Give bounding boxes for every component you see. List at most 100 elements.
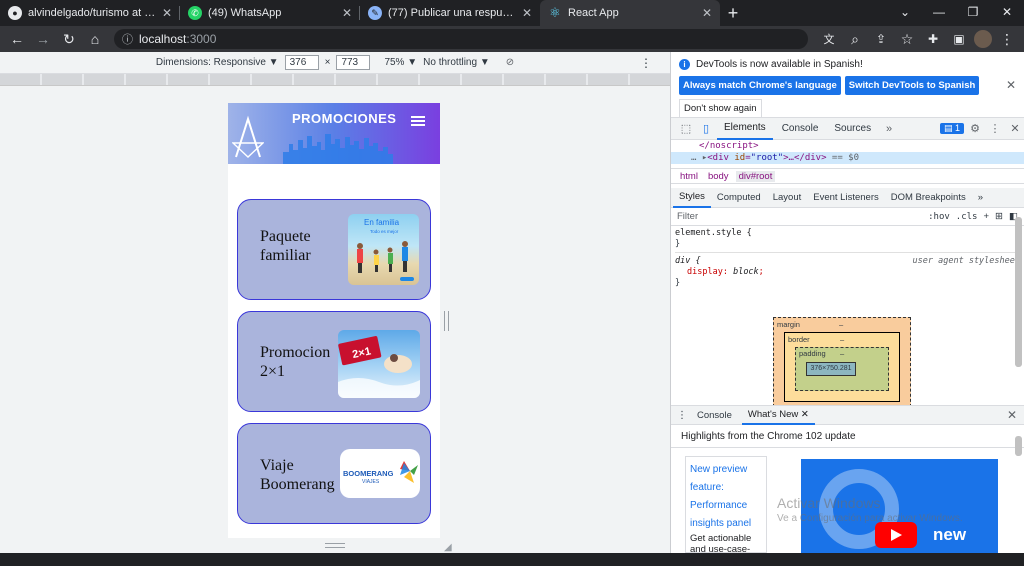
window-controls: ⌄ — ❐ ✕ <box>888 0 1024 26</box>
close-tab-icon[interactable]: ✕ <box>342 6 352 20</box>
tab-title: React App <box>568 7 619 19</box>
switch-to-spanish-button[interactable]: Switch DevTools to Spanish <box>844 76 980 95</box>
devtools-panel: i DevTools is now available in Spanish! … <box>670 52 1024 566</box>
close-tab-icon[interactable]: ✕ <box>702 6 712 20</box>
issues-badge[interactable]: ▤ 1 <box>939 123 964 134</box>
rule-source: user agent stylesheet <box>912 256 1020 266</box>
minimize-icon[interactable]: — <box>922 0 956 24</box>
more-subtabs-icon[interactable]: » <box>972 188 989 208</box>
profile-avatar[interactable] <box>974 30 992 48</box>
thumb-subtitle: VIAJES <box>362 479 380 485</box>
back-icon[interactable]: ← <box>6 28 28 50</box>
side-panel-icon[interactable]: ▣ <box>948 28 970 50</box>
dont-show-again-button[interactable]: Don't show again <box>679 99 762 118</box>
rotate-icon[interactable]: ⊘ <box>506 57 514 68</box>
device-toolbar: Dimensions: Responsive ▼ 376 × 773 75% ▼… <box>0 52 670 74</box>
promo-2x1-image: 2×1 <box>338 330 420 398</box>
zoom-icon[interactable]: ⌕ <box>844 28 866 50</box>
zoom-select[interactable]: 75% ▼ <box>384 57 417 68</box>
media-query-ruler[interactable] <box>0 74 670 86</box>
close-infobar-icon[interactable]: ✕ <box>1006 78 1016 92</box>
whats-new-scrollbar[interactable] <box>1015 436 1022 456</box>
rule-selector[interactable]: element.style { <box>675 228 1020 239</box>
tab-event-listeners[interactable]: Event Listeners <box>807 188 884 208</box>
device-width-input[interactable]: 376 <box>284 55 319 70</box>
always-match-language-button[interactable]: Always match Chrome's language <box>679 76 841 95</box>
tab-styles[interactable]: Styles <box>673 188 711 208</box>
rule-property[interactable]: display: block; <box>675 267 1020 278</box>
device-options-icon[interactable]: ⋮ <box>640 56 652 70</box>
drawer-tab-whats-new[interactable]: What's New ✕ <box>741 405 815 425</box>
whats-new-video-thumbnail[interactable]: new <box>801 459 998 553</box>
tab-console[interactable]: Console <box>775 118 826 140</box>
computed-styles-icon[interactable]: ⊞ <box>995 211 1003 222</box>
corner-resize-icon[interactable]: ◢ <box>444 542 452 553</box>
home-icon[interactable]: ⌂ <box>84 28 106 50</box>
box-model-diagram: margin – border – padding – 376×750.281 <box>773 317 911 407</box>
extensions-icon[interactable]: ✚ <box>922 28 944 50</box>
browser-tab[interactable]: ✆ (49) WhatsApp ✕ <box>180 0 360 26</box>
tab-dom-breakpoints[interactable]: DOM Breakpoints <box>885 188 972 208</box>
box-content-size[interactable]: 376×750.281 <box>806 362 856 376</box>
browser-tab[interactable]: ● alvindelgado/turismo at promo ✕ <box>0 0 180 26</box>
bookmark-star-icon[interactable]: ☆ <box>896 28 918 50</box>
info-icon[interactable]: ⓘ <box>122 31 133 47</box>
close-drawer-icon[interactable]: ✕ <box>1007 408 1017 422</box>
github-icon: ● <box>8 6 22 20</box>
styles-scrollbar[interactable] <box>1015 217 1022 367</box>
device-height-input[interactable]: 773 <box>336 55 371 70</box>
crumb-div-root[interactable]: div#root <box>735 170 776 182</box>
breadcrumb: html body div#root <box>671 168 1024 184</box>
close-tab-icon[interactable]: ✕ <box>162 6 172 20</box>
whats-new-title: Highlights from the Chrome 102 update <box>671 426 1024 448</box>
thumb-title: En familia <box>364 218 400 227</box>
dom-line[interactable]: </noscript> <box>699 140 1024 152</box>
devtools-main-tabs: ⬚ ▯ Elements Console Sources » ▤ 1 ⚙ ⋮ ✕ <box>671 118 1024 140</box>
new-tab-button[interactable]: + <box>720 0 746 26</box>
dom-line-selected[interactable]: … ▸<div id="root">…</div> == $0 <box>671 152 1024 164</box>
viewport-bottom-handle[interactable] <box>325 543 345 548</box>
close-window-icon[interactable]: ✕ <box>990 0 1024 24</box>
more-tabs-icon[interactable]: » <box>880 118 898 140</box>
restore-icon[interactable]: ❐ <box>956 0 990 24</box>
tab-search-icon[interactable]: ⌄ <box>888 0 922 24</box>
close-tab-icon[interactable]: ✕ <box>522 6 532 20</box>
device-toggle-icon[interactable]: ▯ <box>697 118 715 140</box>
viewport-resize-handle[interactable] <box>444 311 449 331</box>
promo-card-2x1[interactable]: Promocion 2×1 2×1 <box>237 311 431 412</box>
address-bar[interactable]: ⓘ localhost:3000 <box>114 29 808 49</box>
tab-layout[interactable]: Layout <box>767 188 808 208</box>
new-rule-icon[interactable]: + <box>983 211 989 222</box>
youtube-play-icon[interactable] <box>875 522 917 548</box>
tab-sources[interactable]: Sources <box>827 118 878 140</box>
times-sign: × <box>324 57 331 68</box>
thumb-subtitle: Todo es mejor <box>370 229 399 234</box>
drawer-menu-icon[interactable]: ⋮ <box>677 410 687 421</box>
translate-icon[interactable]: 文 <box>818 28 840 50</box>
tab-computed[interactable]: Computed <box>711 188 767 208</box>
cls-toggle[interactable]: .cls <box>956 212 978 222</box>
share-icon[interactable]: ⇪ <box>870 28 892 50</box>
throttling-select[interactable]: No throttling ▼ <box>423 57 490 68</box>
browser-tab[interactable]: ✎ (77) Publicar una respuesta ✕ <box>360 0 540 26</box>
tab-title: (49) WhatsApp <box>208 7 282 19</box>
tab-elements[interactable]: Elements <box>717 118 773 140</box>
reload-icon[interactable]: ↻ <box>58 28 80 50</box>
inspect-element-icon[interactable]: ⬚ <box>677 118 695 140</box>
hov-toggle[interactable]: :hov <box>928 212 950 222</box>
crumb-html[interactable]: html <box>677 171 701 182</box>
devtools-menu-icon[interactable]: ⋮ <box>986 118 1004 140</box>
hamburger-menu-icon[interactable] <box>411 116 425 128</box>
forward-icon[interactable]: → <box>32 28 54 50</box>
styles-filter-input[interactable]: Filter <box>677 211 922 222</box>
drawer-tab-console[interactable]: Console <box>691 405 738 425</box>
browser-tab-active[interactable]: ⚛ React App ✕ <box>540 0 720 26</box>
promo-card-boomerang[interactable]: Viaje Boomerang BOOMERANG VIAJES <box>237 423 431 524</box>
menu-kebab-icon[interactable]: ⋮ <box>996 28 1018 50</box>
dimensions-select[interactable]: Dimensions: Responsive ▼ <box>156 57 279 68</box>
close-devtools-icon[interactable]: ✕ <box>1006 118 1024 140</box>
promo-card-familia[interactable]: Paquete familiar En familia Todo es mejo… <box>237 199 431 300</box>
settings-gear-icon[interactable]: ⚙ <box>966 118 984 140</box>
whats-new-feature-card[interactable]: New preview feature: Performance insight… <box>685 456 767 566</box>
crumb-body[interactable]: body <box>705 171 732 182</box>
